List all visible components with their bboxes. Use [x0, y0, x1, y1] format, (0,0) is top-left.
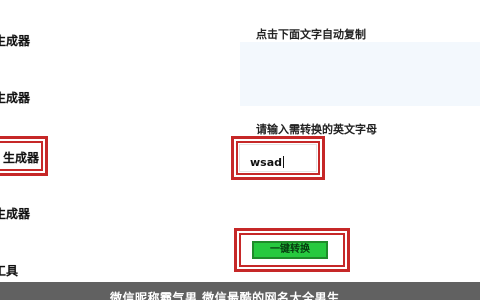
input-text: wsad — [250, 156, 283, 169]
convert-button[interactable]: 一键转换 — [252, 241, 328, 259]
converter-pane: 点击下面文字自动复制 请输入需转换的英文字母 wsad 一键转换 — [231, 0, 480, 300]
input-value: wsad — [250, 156, 285, 169]
sidebar-item-label: 工具 — [0, 264, 19, 278]
sidebar-item-label: 生成器 — [0, 91, 31, 105]
result-copy-area[interactable] — [240, 42, 480, 106]
sidebar-item-label: 生成器 — [3, 151, 40, 165]
sidebar-item-generator-selected[interactable]: 生成器 — [0, 136, 48, 176]
text-caret — [283, 156, 285, 168]
caption-band: 微信昵称霸气男 微信最酷的网名大全男生 — [0, 282, 480, 300]
sidebar-item-tools[interactable]: 工具 — [0, 262, 18, 279]
copy-hint: 点击下面文字自动复制 — [256, 28, 366, 41]
sidebar-item-label: 生成器 — [0, 207, 31, 221]
button-highlight-frame: 一键转换 — [234, 228, 350, 272]
sidebar: 生成器 生成器 生成器 生成器 工具 — [0, 0, 60, 300]
input-highlight-frame: wsad — [231, 136, 325, 180]
sidebar-item-generator-4[interactable]: 生成器 — [0, 205, 30, 222]
sidebar-item-generator-1[interactable]: 生成器 — [0, 32, 30, 49]
input-label: 请输入需转换的英文字母 — [256, 123, 377, 136]
sidebar-item-generator-2[interactable]: 生成器 — [0, 89, 30, 106]
sidebar-item-label: 生成器 — [0, 34, 31, 48]
english-input-field[interactable]: wsad — [239, 144, 317, 172]
caption-text: 微信昵称霸气男 微信最酷的网名大全男生 — [110, 291, 340, 300]
